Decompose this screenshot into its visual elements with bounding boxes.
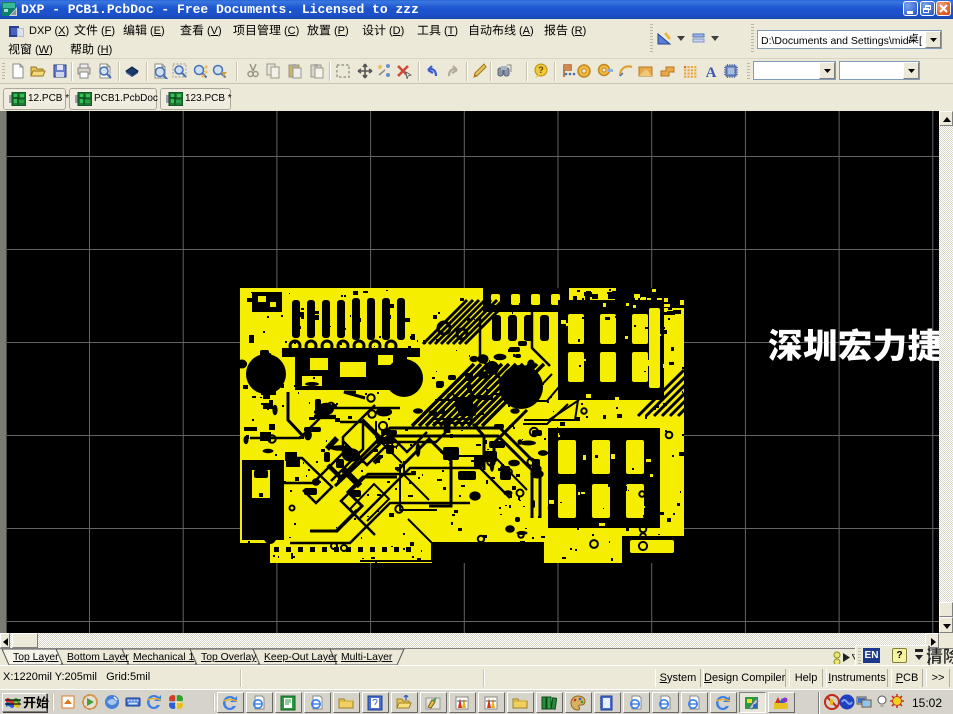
svg-text:A: A — [706, 65, 717, 79]
svg-text:?: ? — [538, 65, 544, 75]
